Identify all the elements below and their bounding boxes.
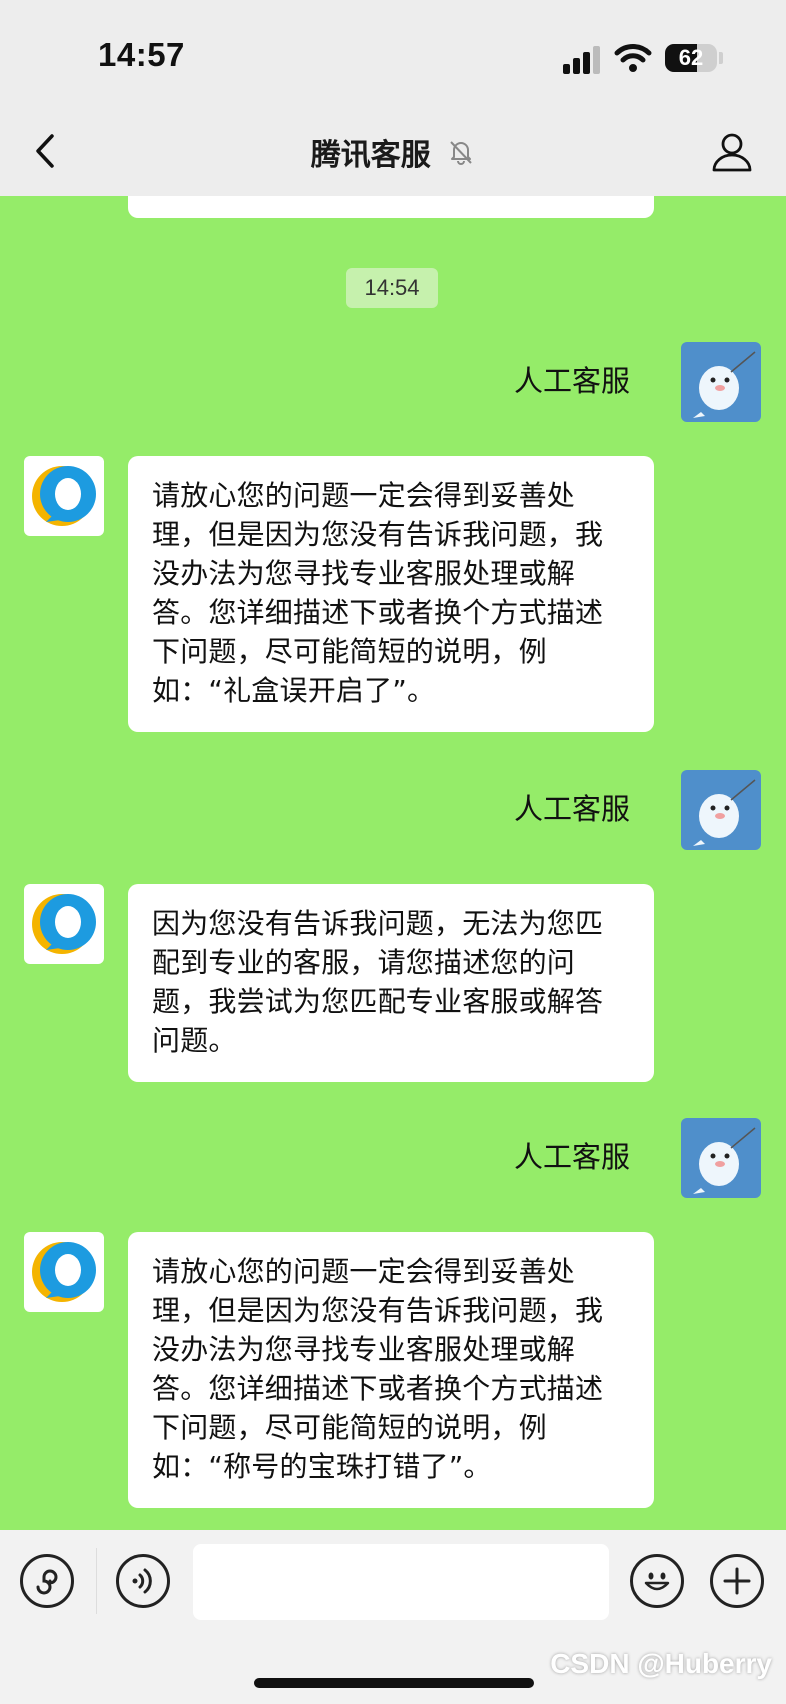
user-message: 人工客服 — [513, 792, 630, 826]
seal-avatar-icon — [693, 779, 756, 846]
qq-penguin-icon — [32, 894, 96, 954]
wifi-icon — [614, 44, 652, 72]
bot-message-bubble: 请放心您的问题一定会得到妥善处理，但是因为您没有告诉我问题，我没办法为您寻找专业… — [128, 1232, 654, 1508]
battery-percent: 62 — [678, 45, 704, 70]
more-button[interactable] — [710, 1554, 764, 1608]
mute-bell-icon — [450, 141, 472, 165]
page-title: 腾讯客服 — [310, 138, 431, 173]
battery-icon: 62 — [665, 44, 717, 72]
user-avatar[interactable] — [681, 1118, 761, 1198]
nav-title: 腾讯客服 — [0, 130, 786, 174]
seal-avatar-icon — [693, 351, 756, 418]
input-bar: CSDN @Huberry — [0, 1530, 786, 1704]
user-avatar[interactable] — [681, 342, 761, 422]
user-message: 人工客服 — [513, 364, 630, 398]
plus-icon — [723, 1567, 751, 1595]
watermark: CSDN @Huberry — [550, 1648, 772, 1679]
divider — [96, 1548, 97, 1614]
signal-icon — [563, 44, 603, 74]
top-bar: 14:57 62 腾讯客服 — [0, 0, 786, 196]
qq-penguin-icon — [32, 466, 96, 526]
mini-program-button[interactable] — [20, 1554, 74, 1608]
user-avatar[interactable] — [681, 770, 761, 850]
user-message: 人工客服 — [513, 1140, 630, 1174]
emoji-icon — [644, 1572, 670, 1591]
voice-icon — [132, 1568, 152, 1594]
status-time: 14:57 — [98, 36, 185, 73]
emoji-button[interactable] — [630, 1554, 684, 1608]
mini-program-icon — [36, 1569, 58, 1595]
home-indicator[interactable] — [254, 1678, 534, 1688]
chat-area[interactable]: 14:54 人工客服 请放心您的问题一定会得到妥善处理，但是因为您没有告诉我问题… — [0, 196, 786, 1530]
previous-message-bubble — [128, 196, 654, 218]
message-timestamp: 14:54 — [346, 268, 438, 308]
battery-tip — [719, 52, 723, 64]
message-input[interactable] — [193, 1544, 609, 1620]
seal-avatar-icon — [693, 1127, 756, 1194]
voice-button[interactable] — [116, 1554, 170, 1608]
bot-message-bubble: 因为您没有告诉我问题，无法为您匹配到专业的客服，请您描述您的问题，我尝试为您匹配… — [128, 884, 654, 1082]
bot-avatar[interactable] — [24, 884, 104, 964]
bot-avatar[interactable] — [24, 456, 104, 536]
bot-message-bubble: 请放心您的问题一定会得到妥善处理，但是因为您没有告诉我问题，我没办法为您寻找专业… — [128, 456, 654, 732]
qq-penguin-icon — [32, 1242, 96, 1302]
profile-icon[interactable] — [708, 128, 756, 176]
bot-avatar[interactable] — [24, 1232, 104, 1312]
